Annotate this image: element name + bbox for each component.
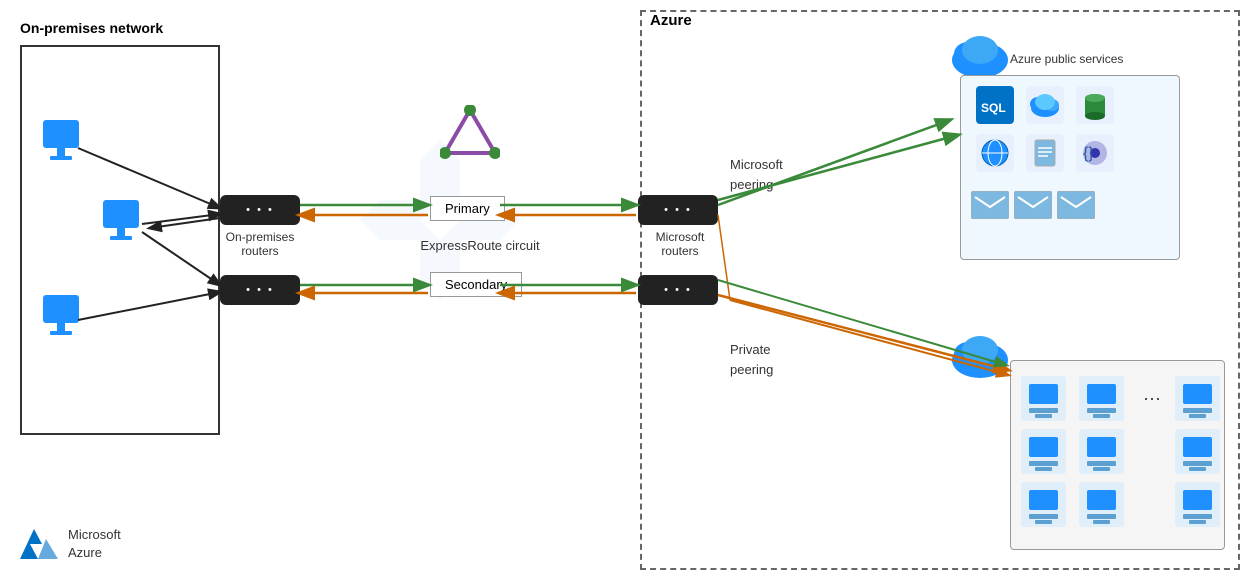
vm-icon-5 <box>1079 429 1124 474</box>
vm-icon-1 <box>1021 376 1066 421</box>
expressroute-circuit-label: ExpressRoute circuit <box>400 238 560 253</box>
svg-text:{}: {} <box>1083 145 1094 162</box>
ms-router-bottom: • • • <box>638 275 718 305</box>
onprem-router-top: • • • <box>220 195 300 225</box>
cloud-service-icon-1 <box>1026 86 1064 127</box>
azure-logo-line2: Azure <box>68 544 121 562</box>
vm-icon-6 <box>1175 429 1220 474</box>
email-icons-row <box>971 191 1095 219</box>
globe-service-icon <box>976 134 1014 175</box>
vm-icon-7 <box>1021 482 1066 527</box>
vm-instances-box: ··· <box>1010 360 1225 550</box>
ms-router-top: • • • <box>638 195 718 225</box>
computer-icon-top <box>40 120 82 168</box>
azure-title: Azure <box>650 12 692 29</box>
computer-icon-bottom <box>40 295 82 343</box>
primary-label: Primary <box>445 201 490 216</box>
vm-icon-8 <box>1079 482 1124 527</box>
expressroute-triangle-icon <box>440 105 500 163</box>
private-peering-label: Privatepeering <box>730 340 773 379</box>
azure-logo-line1: Microsoft <box>68 526 121 544</box>
secondary-label-box: Secondary <box>430 272 522 297</box>
vm-icon-9 <box>1175 482 1220 527</box>
ms-routers-label: Microsoftrouters <box>635 230 725 258</box>
ms-peering-label: Microsoftpeering <box>730 155 783 194</box>
vm-grid: ··· <box>1021 376 1225 527</box>
vm-icon-2 <box>1079 376 1124 421</box>
ms-azure-logo: Microsoft Azure <box>20 524 121 564</box>
onprem-routers-label: On-premisesrouters <box>215 230 305 258</box>
primary-label-box: Primary <box>430 196 505 221</box>
azure-logo-svg <box>20 524 60 564</box>
azure-services-box: SQL <box>960 75 1180 260</box>
gear-service-icon: {} <box>1076 134 1114 175</box>
onprem-network-title: On-premises network <box>20 20 163 36</box>
vm-icon-4 <box>1021 429 1066 474</box>
sql-icon: SQL <box>976 86 1014 127</box>
azure-public-cloud-icon <box>950 30 1010 81</box>
azure-public-services-label: Azure public services <box>1010 52 1123 66</box>
onprem-router-bottom: • • • <box>220 275 300 305</box>
vm-icon-3 <box>1175 376 1220 421</box>
db-service-icon <box>1076 86 1114 127</box>
svg-text:SQL: SQL <box>981 101 1006 115</box>
ellipsis-dots: ··· <box>1137 376 1167 421</box>
diagram-container: On-premises network Azure • • • • • • <box>0 0 1259 584</box>
secondary-label: Secondary <box>445 277 507 292</box>
azure-logo-text: Microsoft Azure <box>68 526 121 562</box>
document-service-icon <box>1026 134 1064 175</box>
private-cloud-icon <box>950 330 1010 381</box>
computer-icon-middle <box>100 200 142 248</box>
